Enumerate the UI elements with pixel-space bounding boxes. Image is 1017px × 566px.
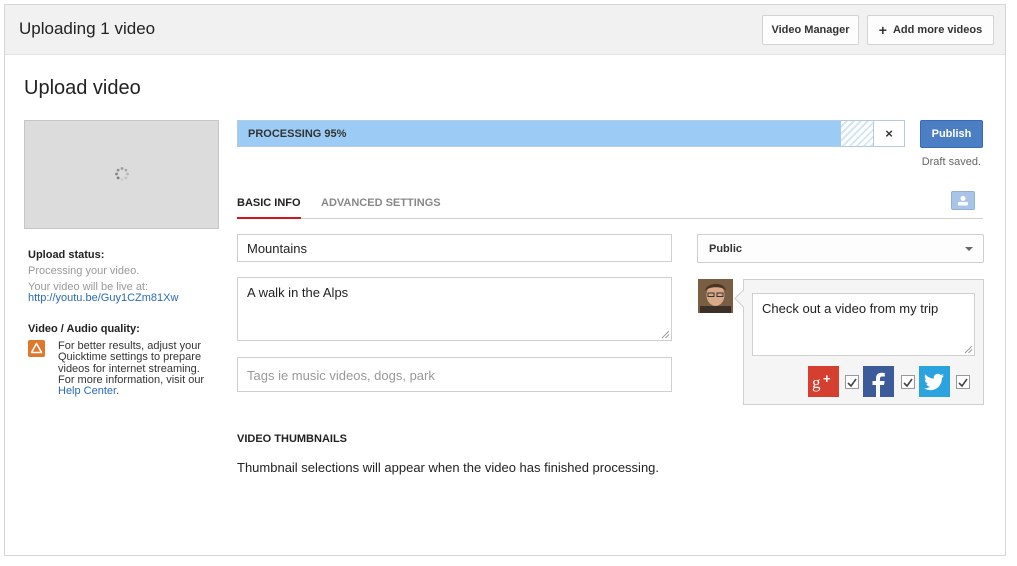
resize-handle-icon[interactable] — [661, 330, 670, 339]
warning-icon — [28, 340, 45, 357]
share-message-textarea[interactable]: Check out a video from my trip — [752, 293, 975, 356]
svg-text:g: g — [812, 373, 821, 392]
privacy-value: Public — [709, 243, 743, 255]
upload-status-label: Upload status: — [28, 249, 105, 261]
svg-text:+: + — [823, 371, 831, 386]
publish-button[interactable]: Publish — [920, 120, 983, 148]
description-textarea[interactable]: A walk in the Alps — [237, 277, 672, 341]
header-title: Uploading 1 video — [19, 19, 156, 38]
video-thumbnails-heading: VIDEO THUMBNAILS — [237, 433, 347, 445]
facebook-icon[interactable] — [863, 366, 894, 397]
tab-advanced-settings[interactable]: ADVANCED SETTINGS — [321, 195, 441, 219]
page-title: Upload video — [24, 77, 141, 99]
video-preview — [24, 120, 219, 229]
google-plus-icon[interactable]: g + — [808, 366, 839, 397]
upload-panel: Uploading 1 video Video Manager + Add mo… — [4, 4, 1006, 556]
upload-progress-bar: PROCESSING 95% × — [237, 120, 905, 147]
add-more-videos-label: Add more videos — [892, 24, 983, 36]
help-center-link[interactable]: Help Center — [58, 385, 116, 397]
description-value: A walk in the Alps — [247, 285, 349, 300]
upload-header: Uploading 1 video Video Manager + Add mo… — [5, 5, 1005, 55]
google-plus-checkbox[interactable] — [845, 375, 859, 389]
progress-remaining — [841, 121, 873, 146]
add-more-videos-button[interactable]: + Add more videos — [867, 15, 994, 45]
share-box: Check out a video from my trip g + — [743, 279, 984, 405]
upload-icon[interactable] — [951, 191, 975, 210]
privacy-select[interactable]: Public — [697, 234, 984, 263]
chevron-down-icon — [965, 247, 973, 251]
video-url-link[interactable]: http://youtu.be/Guy1CZm81Xw — [28, 292, 178, 304]
facebook-checkbox[interactable] — [901, 375, 915, 389]
title-input[interactable]: Mountains — [237, 234, 672, 262]
twitter-icon[interactable] — [919, 366, 950, 397]
avatar — [698, 279, 733, 313]
loading-spinner-icon — [115, 167, 129, 181]
tab-basic-info[interactable]: BASIC INFO — [237, 195, 301, 219]
plus-icon: + — [878, 22, 887, 38]
twitter-checkbox[interactable] — [956, 375, 970, 389]
share-message: Check out a video from my trip — [762, 301, 939, 316]
settings-tabs: BASIC INFO ADVANCED SETTINGS — [237, 195, 983, 219]
resize-handle-icon[interactable] — [964, 345, 973, 354]
cancel-upload-button[interactable]: × — [873, 121, 904, 146]
tags-input[interactable]: Tags ie music videos, dogs, park — [237, 357, 672, 392]
quality-advice: For better results, adjust your Quicktim… — [58, 340, 205, 386]
thumbnails-message: Thumbnail selections will appear when th… — [237, 460, 660, 475]
help-center-suffix: . — [116, 385, 120, 398]
processing-status-text: Processing your video. — [28, 265, 140, 277]
quality-label: Video / Audio quality: — [28, 323, 140, 335]
video-manager-button[interactable]: Video Manager — [762, 15, 859, 45]
progress-label: PROCESSING 95% — [248, 128, 347, 140]
draft-status: Draft saved. — [921, 156, 981, 168]
quality-help-text: For better results, adjust your Quicktim… — [58, 340, 213, 398]
